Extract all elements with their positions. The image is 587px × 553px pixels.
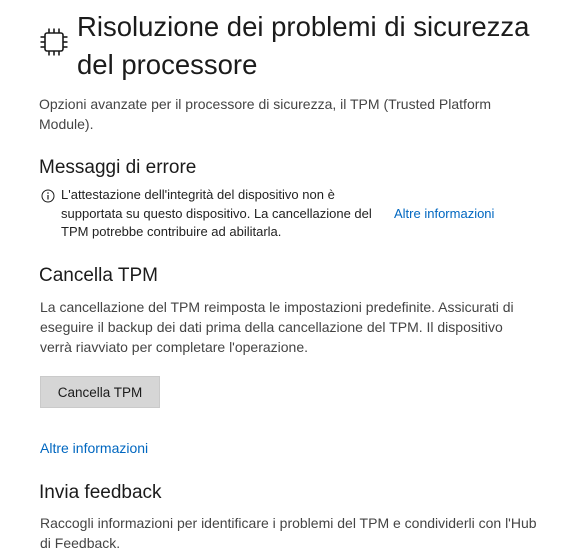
clear-tpm-more-info-link[interactable]: Altre informazioni bbox=[40, 438, 148, 458]
info-icon bbox=[41, 189, 55, 203]
error-more-info-link[interactable]: Altre informazioni bbox=[394, 205, 494, 223]
clear-tpm-description: La cancellazione del TPM reimposta le im… bbox=[40, 299, 514, 355]
clear-tpm-heading: Cancella TPM bbox=[39, 265, 158, 286]
page-description: Opzioni avanzate per il processore di si… bbox=[39, 96, 492, 132]
clear-tpm-button-label: Cancella TPM bbox=[57, 384, 143, 400]
page-title: Risoluzione dei problemi di sicurezza de… bbox=[77, 11, 530, 80]
clear-tpm-button[interactable]: Cancella TPM bbox=[40, 376, 160, 408]
processor-chip-icon bbox=[40, 28, 68, 56]
feedback-description: Raccogli informazioni per identificare i… bbox=[40, 515, 537, 551]
error-message: L'attestazione dell'integrità del dispos… bbox=[61, 187, 372, 239]
error-messages-heading: Messaggi di errore bbox=[39, 157, 197, 178]
feedback-heading: Invia feedback bbox=[39, 482, 162, 503]
